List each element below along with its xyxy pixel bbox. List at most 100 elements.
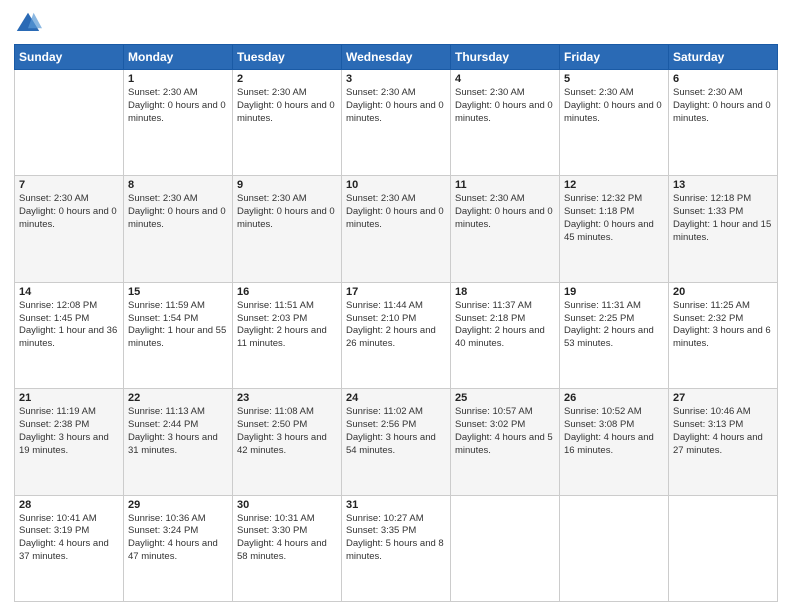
day-number: 26 xyxy=(564,392,664,404)
calendar-week-2: 14 Sunrise: 12:08 PM Sunset: 1:45 PM Dayl… xyxy=(15,282,778,388)
calendar-cell: 29 Sunrise: 10:36 AM Sunset: 3:24 PM Dayl… xyxy=(124,495,233,601)
day-number: 31 xyxy=(346,499,446,511)
day-info: Sunset: 2:30 AM Daylight: 0 hours and 0 … xyxy=(128,193,228,231)
day-number: 20 xyxy=(673,286,773,298)
calendar-cell: 25Sunrise: 10:57 AM Sunset: 3:02 PM Dayl… xyxy=(451,389,560,495)
calendar-cell: 15 Sunrise: 11:59 AM Sunset: 1:54 PM Dayl… xyxy=(124,282,233,388)
calendar-cell: 24Sunrise: 11:02 AM Sunset: 2:56 PM Dayl… xyxy=(342,389,451,495)
weekday-header-sunday: Sunday xyxy=(15,45,124,70)
calendar-cell: 19 Sunrise: 11:31 AM Sunset: 2:25 PM Dayl… xyxy=(560,282,669,388)
day-number: 28 xyxy=(19,499,119,511)
day-info: Sunrise: 10:52 AM Sunset: 3:08 PM Daylig… xyxy=(564,406,664,457)
calendar-cell: 26 Sunrise: 10:52 AM Sunset: 3:08 PM Dayl… xyxy=(560,389,669,495)
day-info: Sunrise: 12:32 PM Sunset: 1:18 PM Daylig… xyxy=(564,193,664,244)
day-number: 25 xyxy=(455,392,555,404)
calendar-week-3: 21 Sunrise: 11:19 AM Sunset: 2:38 PM Dayl… xyxy=(15,389,778,495)
day-info: Sunset: 2:30 AM Daylight: 0 hours and 0 … xyxy=(346,87,446,125)
day-number: 14 xyxy=(19,286,119,298)
weekday-header-thursday: Thursday xyxy=(451,45,560,70)
calendar-cell: 21 Sunrise: 11:19 AM Sunset: 2:38 PM Dayl… xyxy=(15,389,124,495)
calendar-cell: 12 Sunrise: 12:32 PM Sunset: 1:18 PM Dayl… xyxy=(560,176,669,282)
day-info: Sunrise: 10:41 AM Sunset: 3:19 PM Daylig… xyxy=(19,513,119,564)
day-number: 11 xyxy=(455,179,555,191)
day-number: 5 xyxy=(564,73,664,85)
calendar-cell: 30 Sunrise: 10:31 AM Sunset: 3:30 PM Dayl… xyxy=(233,495,342,601)
calendar-cell: 8 Sunset: 2:30 AM Daylight: 0 hours and 0… xyxy=(124,176,233,282)
calendar-table: SundayMondayTuesdayWednesdayThursdayFrid… xyxy=(14,44,778,602)
day-number: 10 xyxy=(346,179,446,191)
logo xyxy=(14,10,46,38)
weekday-header-wednesday: Wednesday xyxy=(342,45,451,70)
calendar-cell: 11 Sunset: 2:30 AM Daylight: 0 hours and … xyxy=(451,176,560,282)
day-number: 16 xyxy=(237,286,337,298)
day-number: 13 xyxy=(673,179,773,191)
day-info: Sunrise: 11:08 AM Sunset: 2:50 PM Daylig… xyxy=(237,406,337,457)
day-info: Sunrise: 11:51 AM Sunset: 2:03 PM Daylig… xyxy=(237,300,337,351)
calendar-cell: 14 Sunrise: 12:08 PM Sunset: 1:45 PM Dayl… xyxy=(15,282,124,388)
weekday-header-row: SundayMondayTuesdayWednesdayThursdayFrid… xyxy=(15,45,778,70)
day-number: 1 xyxy=(128,73,228,85)
day-info: Sunrise: 10:27 AM Sunset: 3:35 PM Daylig… xyxy=(346,513,446,564)
calendar-cell: 6 Sunset: 2:30 AM Daylight: 0 hours and 0… xyxy=(669,70,778,176)
day-info: Sunrise: 10:36 AM Sunset: 3:24 PM Daylig… xyxy=(128,513,228,564)
day-info: Sunrise: 11:31 AM Sunset: 2:25 PM Daylig… xyxy=(564,300,664,351)
day-info: Sunrise: 11:02 AM Sunset: 2:56 PM Daylig… xyxy=(346,406,446,457)
calendar-cell: 17Sunrise: 11:44 AM Sunset: 2:10 PM Dayl… xyxy=(342,282,451,388)
calendar-cell: 7 Sunset: 2:30 AM Daylight: 0 hours and 0… xyxy=(15,176,124,282)
day-info: Sunrise: 10:31 AM Sunset: 3:30 PM Daylig… xyxy=(237,513,337,564)
day-number: 18 xyxy=(455,286,555,298)
day-number: 15 xyxy=(128,286,228,298)
weekday-header-friday: Friday xyxy=(560,45,669,70)
day-info: Sunset: 2:30 AM Daylight: 0 hours and 0 … xyxy=(237,193,337,231)
calendar-week-0: 1 Sunset: 2:30 AM Daylight: 0 hours and 0… xyxy=(15,70,778,176)
calendar-cell: 22Sunrise: 11:13 AM Sunset: 2:44 PM Dayl… xyxy=(124,389,233,495)
calendar-cell xyxy=(560,495,669,601)
calendar-cell: 2Sunset: 2:30 AM Daylight: 0 hours and 0… xyxy=(233,70,342,176)
calendar-cell: 27Sunrise: 10:46 AM Sunset: 3:13 PM Dayl… xyxy=(669,389,778,495)
day-number: 2 xyxy=(237,73,337,85)
page: SundayMondayTuesdayWednesdayThursdayFrid… xyxy=(0,0,792,612)
day-number: 19 xyxy=(564,286,664,298)
day-info: Sunrise: 11:19 AM Sunset: 2:38 PM Daylig… xyxy=(19,406,119,457)
calendar-cell: 31 Sunrise: 10:27 AM Sunset: 3:35 PM Dayl… xyxy=(342,495,451,601)
day-info: Sunrise: 11:25 AM Sunset: 2:32 PM Daylig… xyxy=(673,300,773,351)
day-number: 6 xyxy=(673,73,773,85)
calendar-cell: 18 Sunrise: 11:37 AM Sunset: 2:18 PM Dayl… xyxy=(451,282,560,388)
day-info: Sunrise: 11:37 AM Sunset: 2:18 PM Daylig… xyxy=(455,300,555,351)
day-info: Sunset: 2:30 AM Daylight: 0 hours and 0 … xyxy=(128,87,228,125)
day-number: 29 xyxy=(128,499,228,511)
day-info: Sunset: 2:30 AM Daylight: 0 hours and 0 … xyxy=(673,87,773,125)
calendar-cell: 3 Sunset: 2:30 AM Daylight: 0 hours and 0… xyxy=(342,70,451,176)
day-number: 30 xyxy=(237,499,337,511)
day-number: 27 xyxy=(673,392,773,404)
calendar-cell: 9 Sunset: 2:30 AM Daylight: 0 hours and 0… xyxy=(233,176,342,282)
day-info: Sunset: 2:30 AM Daylight: 0 hours and 0 … xyxy=(455,193,555,231)
weekday-header-tuesday: Tuesday xyxy=(233,45,342,70)
day-number: 7 xyxy=(19,179,119,191)
day-number: 17 xyxy=(346,286,446,298)
logo-icon xyxy=(14,10,42,38)
day-number: 9 xyxy=(237,179,337,191)
day-number: 23 xyxy=(237,392,337,404)
calendar-cell xyxy=(15,70,124,176)
calendar-week-1: 7 Sunset: 2:30 AM Daylight: 0 hours and 0… xyxy=(15,176,778,282)
weekday-header-monday: Monday xyxy=(124,45,233,70)
day-number: 12 xyxy=(564,179,664,191)
calendar-cell: 1 Sunset: 2:30 AM Daylight: 0 hours and 0… xyxy=(124,70,233,176)
calendar-cell: 20 Sunrise: 11:25 AM Sunset: 2:32 PM Dayl… xyxy=(669,282,778,388)
day-number: 4 xyxy=(455,73,555,85)
day-number: 3 xyxy=(346,73,446,85)
calendar-cell: 4 Sunset: 2:30 AM Daylight: 0 hours and 0… xyxy=(451,70,560,176)
calendar-cell xyxy=(669,495,778,601)
day-number: 8 xyxy=(128,179,228,191)
calendar-cell: 5Sunset: 2:30 AM Daylight: 0 hours and 0… xyxy=(560,70,669,176)
day-info: Sunrise: 12:08 PM Sunset: 1:45 PM Daylig… xyxy=(19,300,119,351)
calendar-cell: 16 Sunrise: 11:51 AM Sunset: 2:03 PM Dayl… xyxy=(233,282,342,388)
day-number: 21 xyxy=(19,392,119,404)
calendar-cell: 10Sunset: 2:30 AM Daylight: 0 hours and … xyxy=(342,176,451,282)
day-info: Sunrise: 11:59 AM Sunset: 1:54 PM Daylig… xyxy=(128,300,228,351)
calendar-week-4: 28 Sunrise: 10:41 AM Sunset: 3:19 PM Dayl… xyxy=(15,495,778,601)
calendar-cell xyxy=(451,495,560,601)
day-info: Sunset: 2:30 AM Daylight: 0 hours and 0 … xyxy=(455,87,555,125)
day-info: Sunset: 2:30 AM Daylight: 0 hours and 0 … xyxy=(19,193,119,231)
